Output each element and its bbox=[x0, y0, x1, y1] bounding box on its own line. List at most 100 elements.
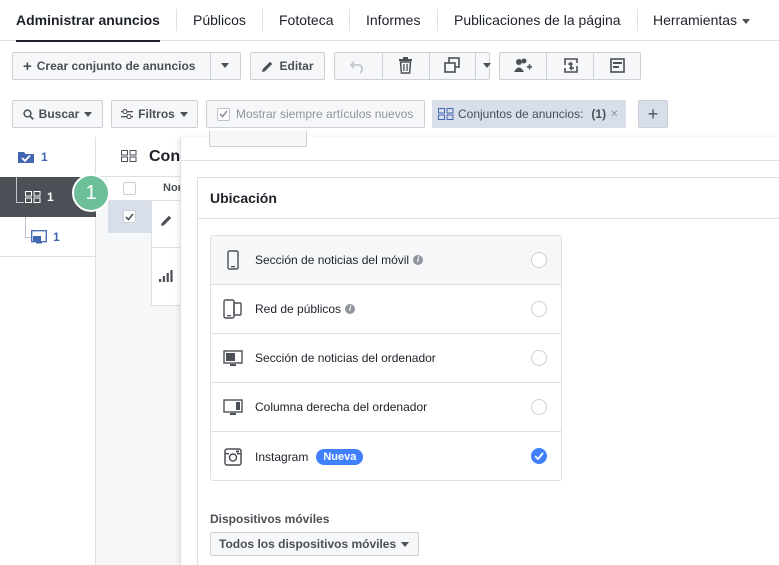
pencil-icon bbox=[261, 60, 274, 73]
button-divider bbox=[382, 53, 383, 79]
chevron-down-icon bbox=[742, 18, 751, 24]
adsets-chip-count: (1) bbox=[591, 107, 607, 121]
search-icon bbox=[23, 108, 34, 120]
desktop-right-column-icon bbox=[211, 398, 255, 416]
table-title: Con bbox=[149, 148, 181, 165]
edit-label: Editar bbox=[279, 59, 314, 73]
info-icon[interactable]: i bbox=[345, 304, 356, 314]
preview-icon[interactable] bbox=[610, 58, 625, 76]
close-icon[interactable]: ✕ bbox=[610, 109, 618, 120]
placement-radio[interactable] bbox=[531, 301, 547, 317]
tab-manage-ads[interactable]: Administrar anuncios bbox=[16, 0, 160, 42]
tab-page-posts[interactable]: Publicaciones de la página bbox=[454, 0, 621, 41]
row-checkbox[interactable] bbox=[123, 210, 136, 223]
add-filter-button[interactable]: + bbox=[638, 100, 668, 128]
nav-separator bbox=[437, 9, 438, 31]
tree-item-campaigns[interactable]: 1 bbox=[0, 137, 96, 177]
actions-divider bbox=[152, 247, 180, 248]
show-new-items-label: Mostrar siempre artículos nuevos bbox=[236, 107, 414, 121]
mobile-devices-value: Todos los dispositivos móviles bbox=[219, 537, 397, 551]
adsets-filter-chip[interactable]: Conjuntos de anuncios: (1) ✕ bbox=[432, 100, 626, 128]
placement-list: Sección de noticias del móvil i Red de p… bbox=[210, 235, 562, 481]
button-divider bbox=[546, 53, 547, 79]
button-divider bbox=[429, 53, 430, 79]
placement-mobile-newsfeed[interactable]: Sección de noticias del móvil i bbox=[211, 236, 561, 285]
mobile-devices-dropdown[interactable]: Todos los dispositivos móviles bbox=[210, 532, 419, 556]
adset-edit-panel: Ubicación Sección de noticias del móvil … bbox=[180, 131, 779, 565]
button-divider bbox=[475, 53, 476, 79]
chevron-down-icon[interactable] bbox=[483, 63, 491, 68]
row-actions-panel bbox=[151, 201, 181, 306]
instagram-icon bbox=[211, 447, 255, 466]
placement-radio-checked[interactable] bbox=[531, 448, 547, 464]
tree-item-ads[interactable]: 1 bbox=[0, 217, 96, 257]
button-divider bbox=[210, 53, 211, 79]
bar-chart-icon[interactable] bbox=[159, 269, 173, 285]
trash-icon[interactable] bbox=[398, 57, 413, 77]
tab-tools[interactable]: Herramientas bbox=[653, 0, 751, 41]
duplicate-icon[interactable] bbox=[444, 57, 461, 76]
placement-radio[interactable] bbox=[531, 252, 547, 268]
move-icon[interactable] bbox=[562, 57, 580, 77]
desktop-monitor-icon bbox=[211, 349, 255, 367]
step-number-badge: 1 bbox=[72, 174, 110, 212]
chevron-down-icon bbox=[179, 111, 188, 117]
filters-button[interactable]: Filtros bbox=[111, 100, 198, 128]
partial-button[interactable] bbox=[209, 131, 307, 147]
filter-sliders-icon bbox=[121, 109, 134, 119]
placement-radio[interactable] bbox=[531, 399, 547, 415]
ad-count: 1 bbox=[53, 229, 60, 244]
create-adset-button[interactable]: + Crear conjunto de anuncios bbox=[12, 52, 241, 80]
adsets-grid-icon bbox=[121, 150, 137, 165]
placement-desktop-newsfeed[interactable]: Sección de noticias del ordenador bbox=[211, 334, 561, 383]
adsets-grid-icon bbox=[438, 108, 454, 120]
edit-button[interactable]: Editar bbox=[250, 52, 325, 80]
placement-label: Sección de noticias del ordenador bbox=[255, 351, 436, 365]
chevron-down-icon[interactable] bbox=[221, 63, 229, 68]
placement-section: Ubicación Sección de noticias del móvil … bbox=[197, 177, 779, 565]
pencil-icon[interactable] bbox=[160, 214, 173, 230]
placement-label: Red de públicos bbox=[255, 302, 342, 316]
info-icon[interactable]: i bbox=[413, 255, 424, 265]
devices-icon bbox=[211, 299, 255, 319]
ad-monitor-icon bbox=[31, 229, 47, 244]
adset-count: 1 bbox=[47, 190, 54, 204]
new-badge: Nueva bbox=[316, 448, 364, 465]
folder-check-icon bbox=[17, 150, 35, 164]
tree-connector bbox=[16, 177, 24, 203]
tab-tools-label: Herramientas bbox=[653, 12, 738, 28]
placement-desktop-right-column[interactable]: Columna derecha del ordenador bbox=[211, 383, 561, 432]
tree-connector bbox=[25, 217, 31, 238]
tab-audiences[interactable]: Públicos bbox=[193, 0, 246, 41]
create-adset-label: Crear conjunto de anuncios bbox=[36, 59, 196, 73]
chevron-down-icon bbox=[401, 541, 410, 547]
mobile-devices-label: Dispositivos móviles bbox=[210, 512, 330, 526]
campaign-count: 1 bbox=[41, 150, 48, 164]
add-audience-icon[interactable] bbox=[514, 58, 532, 76]
placement-audience-network[interactable]: Red de públicos i bbox=[211, 285, 561, 334]
tab-reports[interactable]: Informes bbox=[366, 0, 420, 41]
header-checkbox[interactable] bbox=[123, 182, 136, 195]
chevron-down-icon bbox=[84, 111, 93, 117]
search-label: Buscar bbox=[38, 107, 80, 121]
button-divider bbox=[593, 53, 594, 79]
placement-section-title: Ubicación bbox=[210, 190, 277, 206]
top-nav: Administrar anuncios Públicos Fototeca I… bbox=[0, 0, 779, 42]
adsets-chip-label: Conjuntos de anuncios: bbox=[458, 107, 584, 121]
panel-top-strip bbox=[181, 131, 779, 161]
nav-separator bbox=[637, 9, 638, 31]
mobile-phone-icon bbox=[211, 250, 255, 270]
placement-instagram[interactable]: Instagram Nueva bbox=[211, 432, 561, 480]
adsets-grid-icon bbox=[25, 191, 41, 203]
undo-icon[interactable] bbox=[349, 58, 367, 77]
placement-label: Sección de noticias del móvil bbox=[255, 253, 410, 267]
show-new-items-toggle[interactable]: Mostrar siempre artículos nuevos bbox=[206, 100, 425, 128]
placement-label: Instagram bbox=[255, 449, 309, 464]
section-divider bbox=[198, 218, 779, 219]
search-button[interactable]: Buscar bbox=[12, 100, 103, 128]
placement-label: Columna derecha del ordenador bbox=[255, 400, 428, 414]
filters-label: Filtros bbox=[138, 107, 175, 121]
placement-radio[interactable] bbox=[531, 350, 547, 366]
tab-image-library[interactable]: Fototeca bbox=[279, 0, 333, 41]
nav-separator bbox=[349, 9, 350, 31]
